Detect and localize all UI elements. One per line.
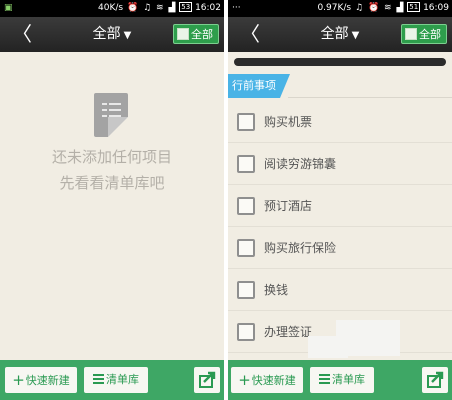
alarm-icon: ⏰ [127, 3, 139, 13]
item-label: 办理签证 [264, 325, 313, 339]
checklist-library-button[interactable]: 清单库 [84, 367, 148, 393]
status-bar: ▣ 40K/s ⏰ ♫ ≋ ▟ 53 16:02 [0, 0, 224, 17]
clock: 16:02 [195, 3, 221, 13]
select-all-checkbox [177, 28, 189, 40]
battery-level: 53 [179, 2, 193, 12]
section-title: 行前事项 [232, 79, 276, 92]
checklist-item[interactable]: 购买旅行保险 [228, 227, 452, 269]
item-label: 预订酒店 [264, 199, 313, 213]
select-all-checkbox [405, 28, 417, 40]
blurred-watermark [308, 336, 348, 358]
checklist-item[interactable]: 换钱 [228, 269, 452, 311]
right-phone-screen: ··· 0.97K/s ♫ ⏰ ≋ ▟ 51 16:09 〈 全部 ▼ 全部 行前… [228, 0, 452, 400]
quick-new-button[interactable]: +快速新建 [5, 367, 77, 393]
item-checkbox[interactable] [237, 239, 255, 257]
library-label: 清单库 [106, 373, 139, 386]
empty-message-line2: 先看看清单库吧 [59, 174, 165, 192]
wifi-icon: ≋ [384, 3, 392, 13]
checklist-library-button[interactable]: 清单库 [310, 367, 374, 393]
progress-bar [234, 58, 446, 66]
item-label: 购买机票 [264, 115, 313, 129]
share-icon [199, 371, 216, 388]
item-checkbox[interactable] [237, 281, 255, 299]
filter-title: 全部 [320, 26, 349, 42]
network-speed: 40K/s [98, 3, 124, 13]
bottom-toolbar: +快速新建 清单库 [0, 360, 224, 400]
item-checkbox[interactable] [237, 155, 255, 173]
wifi-icon: ≋ [156, 3, 164, 13]
item-checkbox[interactable] [237, 197, 255, 215]
signal-icon: ▟ [168, 3, 176, 13]
plus-icon: + [12, 371, 25, 389]
quick-new-label: 快速新建 [251, 374, 296, 387]
headphones-icon: ♫ [143, 3, 152, 13]
select-all-label: 全部 [419, 28, 441, 41]
checklist-item[interactable]: 预订酒店 [228, 185, 452, 227]
nav-bar: 〈 全部 ▼ 全部 [228, 17, 452, 52]
network-speed: 0.97K/s [317, 3, 352, 13]
share-button[interactable] [422, 367, 448, 393]
share-button[interactable] [194, 367, 220, 393]
checklist-item[interactable]: 阅读穷游锦囊 [228, 143, 452, 185]
status-bar: ··· 0.97K/s ♫ ⏰ ≋ ▟ 51 16:09 [228, 0, 452, 17]
caret-down-icon: ▼ [123, 30, 132, 41]
notification-icon: ▣ [4, 3, 13, 13]
plus-icon: + [238, 371, 251, 389]
quick-new-label: 快速新建 [25, 374, 70, 387]
quick-new-button[interactable]: +快速新建 [231, 367, 303, 393]
item-label: 换钱 [264, 283, 289, 297]
list-icon [319, 374, 330, 384]
battery-level: 51 [407, 2, 421, 12]
filter-title: 全部 [92, 26, 121, 42]
bottom-toolbar: +快速新建 清单库 [228, 360, 452, 400]
signal-icon: ▟ [396, 3, 404, 13]
document-icon [94, 93, 128, 137]
share-icon [427, 371, 444, 388]
section-header: 行前事项 [228, 74, 292, 98]
list-icon [93, 374, 104, 384]
caret-down-icon: ▼ [351, 30, 360, 41]
clock: 16:09 [423, 3, 449, 13]
alarm-icon: ⏰ [367, 3, 380, 13]
select-all-label: 全部 [191, 28, 213, 41]
select-all-button[interactable]: 全部 [401, 24, 447, 44]
item-label: 购买旅行保险 [264, 241, 337, 255]
more-notifications-icon: ··· [232, 3, 241, 13]
select-all-button[interactable]: 全部 [173, 24, 219, 44]
left-phone-screen: ▣ 40K/s ⏰ ♫ ≋ ▟ 53 16:02 〈 全部 ▼ 全部 还未添加任何… [0, 0, 224, 400]
checklist-item[interactable]: 购买机票 [228, 101, 452, 143]
headphones-icon: ♫ [355, 3, 364, 13]
nav-bar: 〈 全部 ▼ 全部 [0, 17, 224, 52]
item-label: 阅读穷游锦囊 [264, 157, 337, 171]
library-label: 清单库 [332, 373, 365, 386]
empty-message-line1: 还未添加任何项目 [51, 148, 172, 166]
item-checkbox[interactable] [237, 113, 255, 131]
item-checkbox[interactable] [237, 323, 255, 341]
